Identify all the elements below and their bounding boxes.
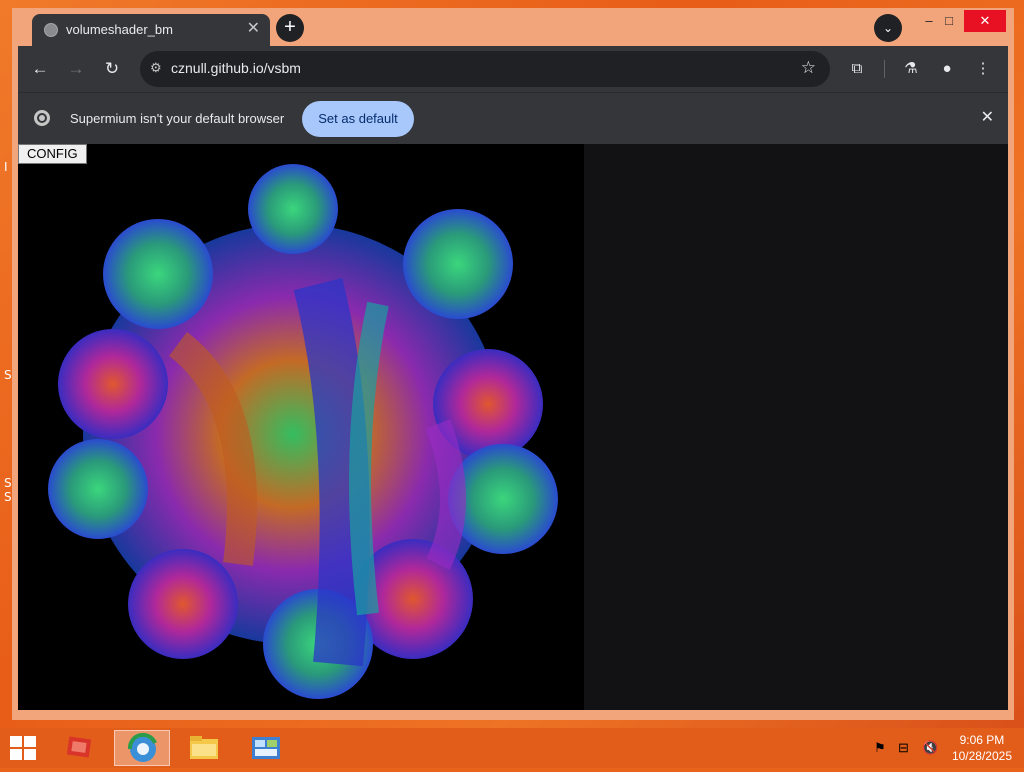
- bookmark-star-icon[interactable]: ☆: [801, 58, 816, 78]
- toolbar-divider: [884, 60, 885, 78]
- back-button[interactable]: ←: [26, 55, 54, 83]
- maximize-button[interactable]: □: [934, 10, 964, 32]
- system-clock[interactable]: 9:06 PM 10/28/2025: [952, 732, 1012, 764]
- close-infobar-icon[interactable]: ✕: [981, 107, 994, 127]
- config-button[interactable]: CONFIG: [18, 144, 87, 164]
- browser-toolbar: ← → ↻ ⚙ cznull.github.io/vsbm ☆ ⧉ ⚗ ● ⋮: [18, 46, 1008, 92]
- new-tab-button[interactable]: +: [276, 14, 304, 42]
- folder-icon: [190, 736, 218, 759]
- volume-muted-icon[interactable]: 🔇: [922, 740, 938, 756]
- globe-icon: [44, 23, 58, 37]
- browser-globe-icon: [127, 732, 157, 762]
- chromium-logo-icon: [34, 110, 50, 126]
- tab-search-button[interactable]: ⌄: [874, 14, 902, 42]
- windows-start-button[interactable]: [10, 736, 36, 760]
- url-text[interactable]: cznull.github.io/vsbm: [171, 60, 301, 76]
- control-panel-icon: [252, 737, 280, 759]
- desktop-icon-fragment[interactable]: I: [4, 160, 8, 174]
- taskbar-app-control-panel[interactable]: [238, 730, 294, 766]
- taskbar-app-red-icon[interactable]: [52, 730, 108, 766]
- infobar-message: Supermium isn't your default browser: [70, 111, 285, 126]
- address-bar[interactable]: ⚙ cznull.github.io/vsbm ☆: [140, 51, 830, 87]
- set-as-default-button[interactable]: Set as default: [302, 101, 414, 137]
- fractal-render-canvas[interactable]: CONFIG: [18, 144, 584, 710]
- desktop-icon-fragment[interactable]: S: [4, 490, 12, 504]
- reload-button[interactable]: ↻: [98, 55, 126, 83]
- tab-volumeshader[interactable]: volumeshader_bm ✕: [32, 14, 270, 48]
- title-bar[interactable]: volumeshader_bm ✕ + ⌄ – □ ✕: [12, 8, 1014, 48]
- labs-flask-icon[interactable]: ⚗: [898, 55, 924, 83]
- action-center-flag-icon[interactable]: ⚑: [874, 740, 886, 756]
- tab-title: volumeshader_bm: [66, 22, 173, 37]
- red-box-icon: [66, 736, 92, 758]
- forward-button[interactable]: →: [62, 55, 90, 83]
- desktop-icon-fragment[interactable]: S: [4, 476, 12, 490]
- close-window-button[interactable]: ✕: [964, 10, 1006, 32]
- profile-icon[interactable]: ●: [934, 55, 960, 83]
- mandelbulb-fractal-image: [48, 164, 558, 699]
- default-browser-infobar: Supermium isn't your default browser Set…: [18, 92, 1008, 144]
- site-info-icon[interactable]: ⚙: [150, 60, 162, 76]
- extensions-icon[interactable]: ⧉: [844, 55, 870, 83]
- taskbar-app-file-explorer[interactable]: [176, 730, 232, 766]
- clock-time: 9:06 PM: [959, 733, 1005, 747]
- close-tab-icon[interactable]: ✕: [247, 20, 260, 38]
- page-content: CONFIG: [18, 144, 1008, 710]
- browser-window: volumeshader_bm ✕ + ⌄ – □ ✕ ← → ↻ ⚙ cznu…: [12, 8, 1014, 720]
- network-icon[interactable]: ⊟: [898, 740, 909, 756]
- taskbar: ⚑ ⊟ 🔇 9:06 PM 10/28/2025: [0, 728, 1024, 768]
- clock-date: 10/28/2025: [951, 749, 1012, 763]
- desktop-icon-fragment[interactable]: S: [4, 368, 12, 382]
- menu-kebab-icon[interactable]: ⋮: [970, 55, 996, 83]
- taskbar-app-browser[interactable]: [114, 730, 170, 766]
